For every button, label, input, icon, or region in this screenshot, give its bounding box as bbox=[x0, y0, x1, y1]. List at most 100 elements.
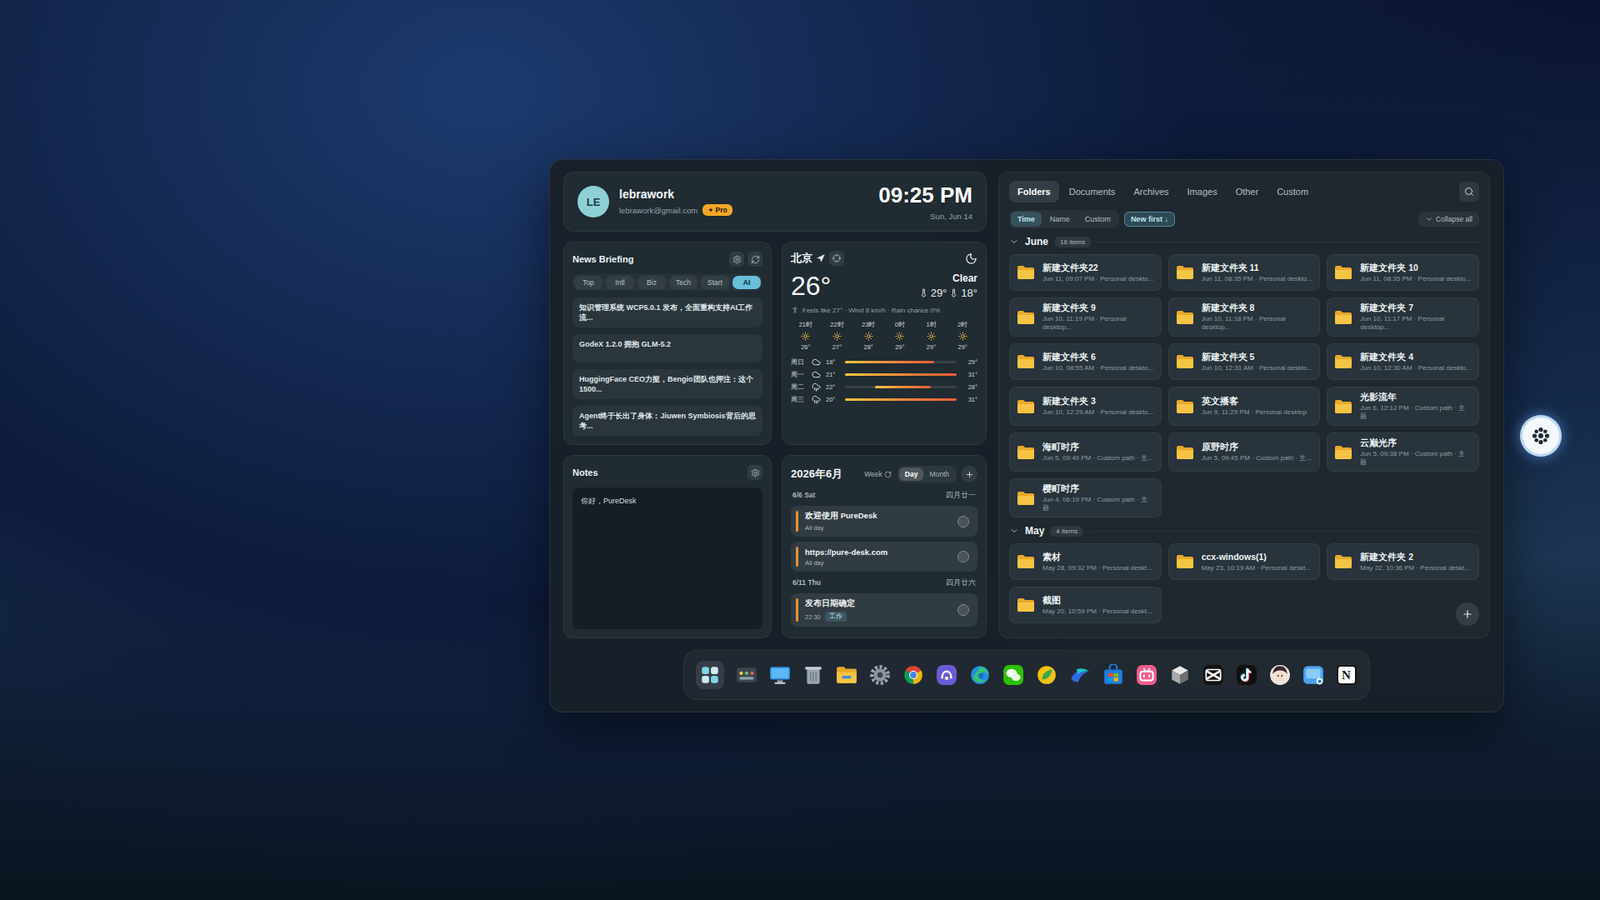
file-type-tabs: FoldersDocumentsArchivesImagesOtherCusto… bbox=[1009, 180, 1317, 203]
dock-item[interactable] bbox=[1235, 664, 1258, 687]
dock-item[interactable] bbox=[1301, 664, 1325, 687]
group-header[interactable]: May4 items bbox=[1009, 525, 1480, 537]
event-card[interactable]: 欢迎使用 PureDeskAll day bbox=[790, 505, 978, 537]
folder-text: 新建文件夹22Jun 11, 09:07 PM · Personal deskt… bbox=[1042, 262, 1154, 284]
file-type-tab[interactable]: Documents bbox=[1060, 180, 1125, 203]
folder-name: ccx-windows(1) bbox=[1201, 551, 1311, 563]
collapse-all-button[interactable]: Collapse all bbox=[1418, 211, 1480, 227]
folder-card[interactable]: 英文播客Jun 9, 11:29 PM · Personal desktop bbox=[1168, 386, 1321, 426]
locate-button[interactable] bbox=[829, 250, 845, 266]
week-toggle[interactable]: Week bbox=[862, 468, 894, 480]
weather-widget: 北京26°Clear29°18°Feels like 27° · Wind 8 … bbox=[781, 241, 987, 445]
news-item[interactable]: GodeX 1.2.0 拥抱 GLM-5.2 bbox=[572, 334, 763, 363]
news-refresh-button[interactable] bbox=[747, 251, 763, 267]
event-checkbox[interactable] bbox=[957, 604, 970, 616]
news-tab[interactable]: Intl bbox=[605, 275, 635, 290]
event-card[interactable]: https://pure-desk.comAll day bbox=[790, 541, 978, 572]
dock-item[interactable] bbox=[835, 664, 858, 687]
folder-card[interactable]: 新建文件夹 11Jun 11, 08:35 PM · Personal desk… bbox=[1168, 254, 1321, 291]
dock-item[interactable]: N bbox=[1335, 664, 1358, 687]
dock-item[interactable] bbox=[1201, 664, 1225, 687]
dock-item[interactable] bbox=[735, 664, 758, 687]
news-tab[interactable]: AI bbox=[732, 275, 761, 290]
folder-card[interactable]: 新建文件夹22Jun 11, 09:07 PM · Personal deskt… bbox=[1009, 254, 1162, 291]
file-type-tab[interactable]: Other bbox=[1227, 180, 1268, 203]
news-item[interactable]: 知识管理系统 WCP5.0.1 发布，全面重构支持AI工作流... bbox=[572, 297, 763, 328]
sort-option[interactable]: Time bbox=[1010, 211, 1042, 227]
folder-card[interactable]: 新建文件夹 10Jun 11, 08:35 PM · Personal desk… bbox=[1326, 254, 1480, 291]
folder-card[interactable]: 云巅光序Jun 5, 09:38 PM · Custom path · 主题 bbox=[1326, 432, 1480, 472]
dock-item[interactable] bbox=[1035, 664, 1058, 687]
notes-editor[interactable]: 你好，PureDesk bbox=[572, 487, 763, 630]
dock-item[interactable] bbox=[1168, 664, 1191, 687]
folder-card[interactable]: 新建文件夹 4Jun 10, 12:30 AM · Personal deskt… bbox=[1326, 343, 1480, 380]
folder-card[interactable]: 新建文件夹 3Jun 10, 12:29 AM · Personal deskt… bbox=[1009, 386, 1162, 426]
event-checkbox[interactable] bbox=[957, 515, 970, 528]
clock: 09:25 PMSun, Jun 14 bbox=[878, 182, 973, 221]
news-tab[interactable]: Start bbox=[700, 275, 730, 290]
sort-option[interactable]: Custom bbox=[1078, 211, 1118, 227]
folder-card[interactable]: 新建文件夹 7Jun 10, 11:17 PM · Personal deskt… bbox=[1326, 297, 1480, 337]
folder-card[interactable]: 樱町时序Jun 4, 06:19 PM · Custom path · 主题 bbox=[1009, 478, 1162, 518]
dock-item[interactable] bbox=[801, 664, 825, 687]
news-settings-button[interactable] bbox=[729, 251, 745, 267]
event-card[interactable]: 发布日期确定22:30工作 bbox=[790, 593, 978, 627]
folder-icon bbox=[1016, 597, 1035, 613]
file-type-tab[interactable]: Archives bbox=[1125, 180, 1177, 203]
folder-card[interactable]: 光影流年Jun 6, 12:12 PM · Custom path · 主题 bbox=[1326, 386, 1480, 426]
search-button[interactable] bbox=[1459, 181, 1480, 202]
news-item[interactable]: HuggingFace CEO力挺，Bengio团队也押注：这个1500... bbox=[572, 369, 763, 400]
news-tab[interactable]: Top bbox=[574, 275, 603, 290]
sort-option[interactable]: Name bbox=[1043, 211, 1077, 227]
dock-item[interactable] bbox=[868, 664, 891, 687]
folder-card[interactable]: 素材May 28, 09:32 PM · Personal deskt... bbox=[1009, 543, 1162, 580]
folder-card[interactable]: 新建文件夹 8Jun 10, 11:18 PM · Personal deskt… bbox=[1168, 297, 1321, 337]
folder-card[interactable]: 原野时序Jun 5, 09:45 PM · Custom path · 主... bbox=[1168, 432, 1321, 472]
folder-icon bbox=[1016, 445, 1035, 460]
event-checkbox[interactable] bbox=[957, 550, 970, 563]
folder-card[interactable]: 海町时序Jun 5, 09:49 PM · Custom path · 主... bbox=[1009, 432, 1162, 472]
file-type-tab[interactable]: Custom bbox=[1268, 180, 1317, 203]
dock-item[interactable] bbox=[1101, 664, 1125, 687]
folder-meta: Jun 10, 08:55 AM · Personal deskto... bbox=[1042, 364, 1154, 373]
order-toggle[interactable]: New first ↓ bbox=[1124, 211, 1175, 227]
folder-card[interactable]: 新建文件夹 2May 22, 10:36 PM · Personal deskt… bbox=[1326, 543, 1480, 580]
news-item[interactable]: Agent终于长出了身体：Jiuwen Symbiosis背后的思考... bbox=[572, 405, 763, 436]
dock-item[interactable] bbox=[968, 664, 991, 687]
view-mode-button[interactable]: Month bbox=[923, 467, 955, 481]
day-low: 18° bbox=[825, 358, 841, 366]
folder-card[interactable]: 截图May 20, 10:59 PM · Personal deskt... bbox=[1009, 586, 1162, 624]
floating-assistant-button[interactable] bbox=[1520, 415, 1562, 457]
notes-settings-button[interactable] bbox=[747, 465, 763, 480]
event-body: https://pure-desk.comAll day bbox=[805, 547, 951, 567]
temp-range-track bbox=[845, 385, 957, 389]
dock-item[interactable] bbox=[1135, 664, 1158, 687]
news-tab[interactable]: Biz bbox=[637, 275, 666, 290]
avatar[interactable]: LE bbox=[577, 185, 610, 218]
group-header[interactable]: June16 items bbox=[1009, 235, 1480, 248]
dock-item[interactable] bbox=[1068, 664, 1091, 687]
file-type-tab[interactable]: Folders bbox=[1009, 180, 1060, 203]
news-tab[interactable]: Tech bbox=[669, 275, 698, 290]
dock-item[interactable] bbox=[1268, 664, 1291, 687]
dock-item[interactable] bbox=[935, 664, 958, 687]
folder-card[interactable]: 新建文件夹 5Jun 10, 12:31 AM · Personal deskt… bbox=[1168, 343, 1321, 380]
dock-item[interactable] bbox=[1001, 664, 1025, 687]
folder-card[interactable]: ccx-windows(1)May 23, 10:19 AM · Persona… bbox=[1168, 543, 1321, 580]
folder-meta: Jun 9, 11:29 PM · Personal desktop bbox=[1201, 408, 1308, 417]
crosshair-icon bbox=[832, 254, 841, 263]
add-folder-button[interactable] bbox=[1455, 602, 1480, 626]
city-name[interactable]: 北京 bbox=[790, 250, 813, 266]
view-mode-button[interactable]: Day bbox=[899, 467, 925, 481]
temp-range-fill bbox=[845, 398, 957, 401]
folder-card[interactable]: 新建文件夹 9Jun 10, 11:19 PM · Personal deskt… bbox=[1009, 297, 1162, 337]
dock-item[interactable] bbox=[901, 664, 925, 687]
folder-name: 新建文件夹22 bbox=[1042, 262, 1154, 274]
file-type-tab[interactable]: Images bbox=[1179, 180, 1226, 203]
add-event-button[interactable] bbox=[960, 465, 978, 483]
dock-item[interactable] bbox=[695, 660, 725, 690]
group-name: May bbox=[1025, 525, 1045, 537]
folder-card[interactable]: 新建文件夹 6Jun 10, 08:55 AM · Personal deskt… bbox=[1009, 343, 1162, 380]
dock-item[interactable] bbox=[768, 664, 791, 687]
folder-text: 海町时序Jun 5, 09:49 PM · Custom path · 主... bbox=[1042, 441, 1154, 463]
